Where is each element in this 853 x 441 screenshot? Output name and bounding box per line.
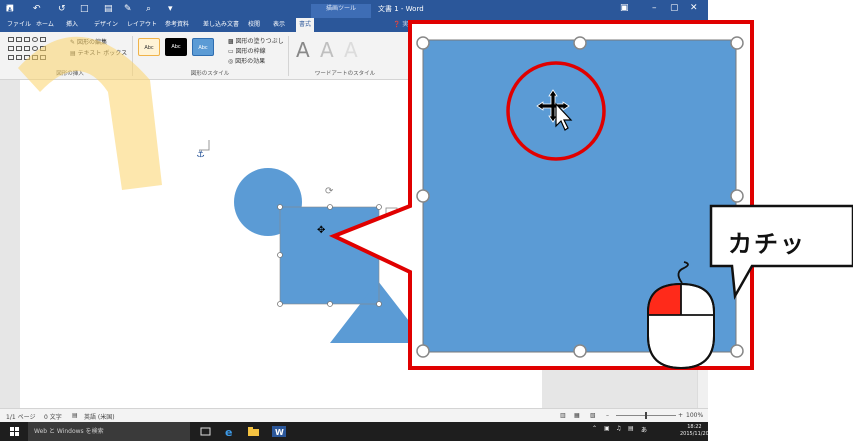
shape-gallery[interactable]	[6, 35, 66, 63]
shape-fill-button[interactable]: ▩ 図形の塗りつぶし	[228, 36, 284, 45]
print-layout-icon[interactable]: ▦	[574, 412, 580, 419]
zoom-in-icon[interactable]: +	[678, 412, 683, 419]
new-icon[interactable]: □	[80, 3, 89, 15]
status-bar: 1/1 ページ 0 文字 ▤ 英語 (米国) ▥ ▦ ▧ – + 100%	[0, 408, 708, 422]
close-icon[interactable]: ✕	[690, 3, 698, 13]
scrollbar-thumb[interactable]	[700, 90, 706, 150]
paint-icon[interactable]: ✎	[124, 3, 132, 15]
svg-text:e: e	[225, 426, 232, 437]
vertical-scrollbar[interactable]	[697, 80, 708, 408]
page-count[interactable]: 1/1 ページ	[6, 412, 35, 421]
group-label-shape-styles: 図形のスタイル	[190, 71, 230, 77]
minimize-icon[interactable]: –	[652, 3, 657, 13]
ribbon: ✎ 図形の編集 ▤ テキスト ボックス 図形の挿入 Abc Abc Abc ▩ …	[0, 32, 708, 80]
word-app-icon[interactable]: W	[272, 426, 286, 437]
wordart-style-3[interactable]: A	[344, 38, 358, 62]
wordart-style-1[interactable]: A	[296, 38, 310, 62]
network-icon[interactable]: ▣	[604, 425, 610, 432]
zoom-out-icon[interactable]: –	[606, 412, 609, 419]
notification-icon[interactable]: ▤	[628, 425, 634, 432]
edit-shape-button[interactable]: ✎ 図形の編集	[70, 37, 107, 46]
start-button[interactable]	[0, 422, 28, 441]
ime-indicator[interactable]: あ	[641, 425, 647, 434]
wordart-style-2[interactable]: A	[320, 38, 334, 62]
task-view-icon[interactable]	[200, 426, 211, 437]
windows-icon	[10, 427, 19, 436]
tab-references[interactable]: 参考資料	[162, 18, 192, 32]
svg-text:W: W	[275, 428, 284, 437]
tray-overflow-icon[interactable]: ⌃	[592, 425, 597, 432]
restore-icon[interactable]: ▢	[670, 3, 679, 13]
redo-icon[interactable]: ↺	[58, 3, 66, 15]
tab-view[interactable]: 表示	[270, 18, 288, 32]
tab-insert[interactable]: 挿入	[63, 18, 81, 32]
shape-style-swatch-orange[interactable]: Abc	[138, 38, 160, 56]
click-sound-label: カチッ	[728, 230, 806, 258]
word-count[interactable]: 0 文字	[44, 412, 62, 421]
text-box-button[interactable]: ▤ テキスト ボックス	[70, 48, 127, 57]
volume-icon[interactable]: ♫	[616, 425, 621, 432]
zoom-level[interactable]: 100%	[686, 412, 703, 419]
tab-format[interactable]: 書式	[296, 18, 315, 32]
ribbon-separator	[288, 36, 289, 76]
taskbar-clock[interactable]: 18:22 2015/11/20	[680, 424, 709, 438]
taskbar-search-box[interactable]: Web と Windows を検索	[28, 422, 190, 441]
ribbon-tabs: ファイル ホーム 挿入 デザイン レイアウト 参考資料 差し込み文書 校閲 表示…	[0, 18, 708, 32]
proofing-icon[interactable]: ▤	[72, 412, 78, 419]
read-mode-icon[interactable]: ▥	[560, 412, 566, 419]
undo-icon[interactable]: ↶	[33, 3, 41, 15]
document-page[interactable]	[20, 80, 542, 408]
taskbar: Web と Windows を検索 e W ⌃ ▣ ♫ ▤ あ 18:22 20…	[0, 422, 709, 441]
more-icon[interactable]: ▾	[168, 3, 173, 15]
ribbon-separator	[132, 36, 133, 76]
group-label-insert-shapes: 図形の挿入	[56, 71, 84, 77]
save-icon[interactable]: 🖪	[6, 3, 14, 15]
title-bar: 🖪 ↶ ↺ □ ▤ ✎ ⌕ ▾ 描画ツール 文書 1 - Word ▣ – ▢ …	[0, 0, 708, 18]
tab-design[interactable]: デザイン	[91, 18, 121, 32]
shape-style-swatch-black[interactable]: Abc	[165, 38, 187, 56]
context-tab-group: 描画ツール	[311, 4, 371, 18]
tab-home[interactable]: ホーム	[33, 18, 57, 32]
file-explorer-icon[interactable]	[248, 426, 259, 437]
ribbon-display-icon[interactable]: ▣	[620, 3, 629, 13]
language-indicator[interactable]: 英語 (米国)	[84, 412, 115, 421]
tab-mailings[interactable]: 差し込み文書	[200, 18, 242, 32]
shape-style-swatch-blue[interactable]: Abc	[192, 38, 214, 56]
right-margin	[708, 0, 853, 441]
tab-layout[interactable]: レイアウト	[124, 18, 160, 32]
group-label-wordart: ワードアートのスタイル	[314, 71, 376, 77]
tab-review[interactable]: 校閲	[245, 18, 263, 32]
tell-me-box[interactable]: ❓ 実行したい作業を入力してください	[393, 18, 498, 32]
open-icon[interactable]: ▤	[104, 3, 113, 15]
zoom-slider-thumb[interactable]	[645, 412, 647, 419]
shape-effects-button[interactable]: ◎ 図形の効果	[228, 56, 265, 65]
web-layout-icon[interactable]: ▧	[590, 412, 596, 419]
tab-file[interactable]: ファイル	[4, 18, 34, 32]
edge-browser-icon[interactable]: e	[224, 426, 235, 437]
shape-outline-button[interactable]: ▭ 図形の枠線	[228, 46, 266, 55]
window-title: 文書 1 - Word	[378, 5, 424, 13]
print-preview-icon[interactable]: ⌕	[146, 3, 151, 15]
